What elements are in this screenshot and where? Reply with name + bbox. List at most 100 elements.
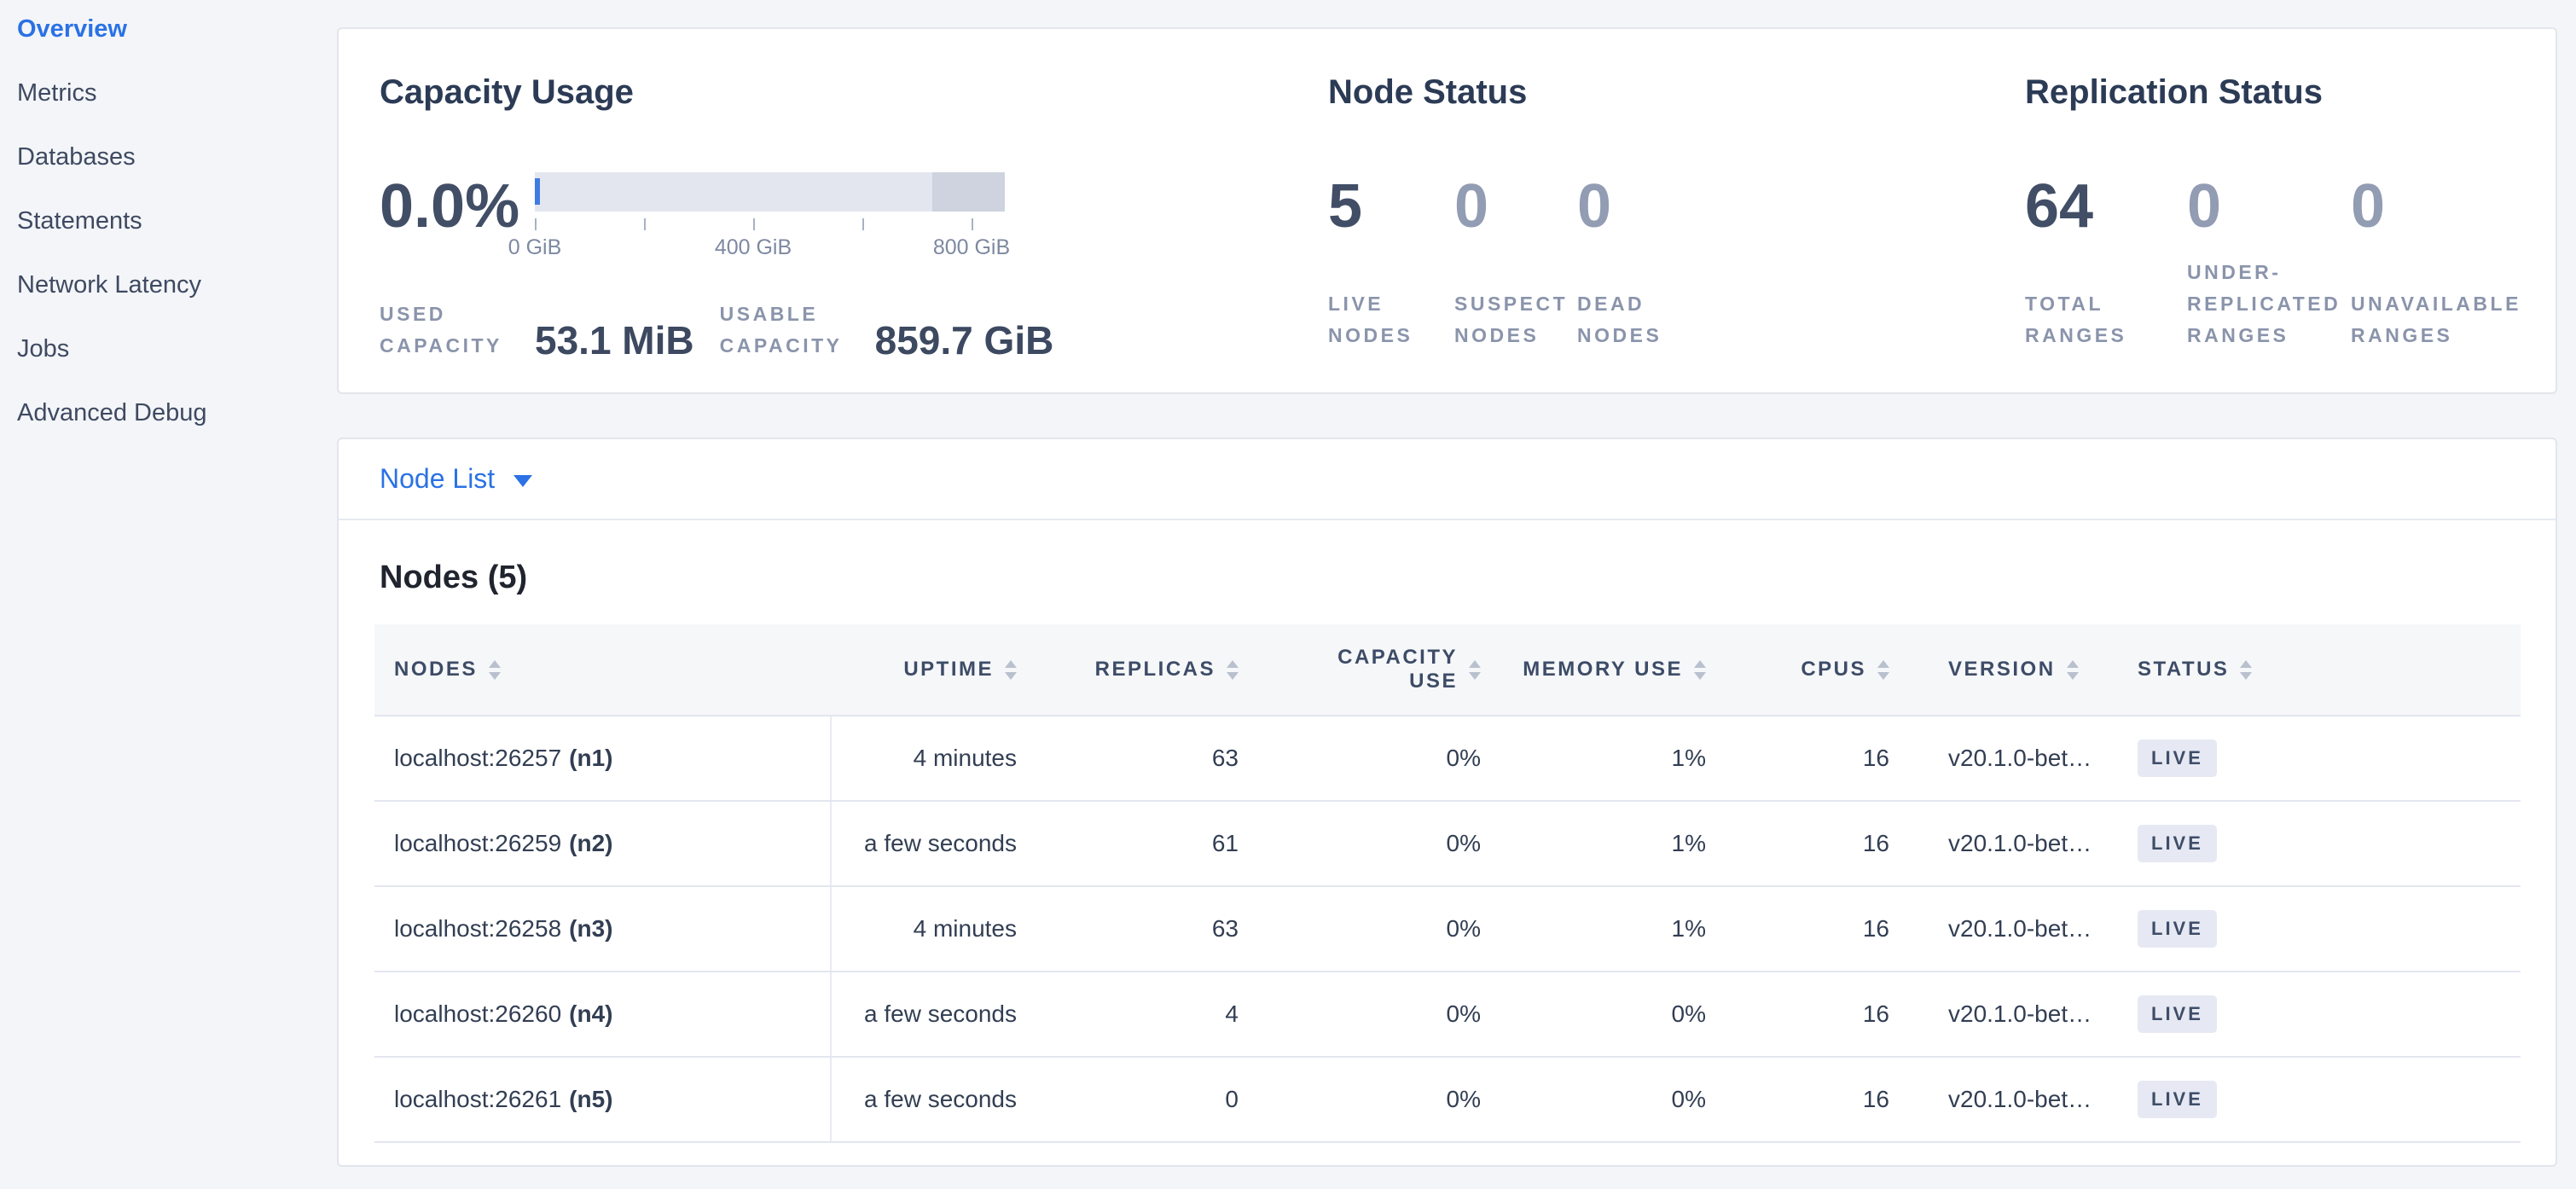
column-header-version[interactable]: VERSION [1917,624,2100,715]
sort-up-arrow-icon [1694,660,1706,668]
column-header-nodes[interactable]: NODES [374,624,832,715]
column-header-label: NODES [394,658,478,682]
cell-replicas: 0 [1044,1058,1266,1141]
node-id: (n4) [569,1000,612,1028]
used-capacity-value: 53.1 MiB [535,319,694,362]
table-row[interactable]: localhost:26258(n3)4 minutes630%1%16v20.… [374,887,2521,972]
cell-replicas: 4 [1044,972,1266,1056]
capacity-gauge-chart: 0 GiB400 GiB800 GiB [535,172,1005,261]
axis-tick [862,218,864,230]
sort-icon [1877,660,1889,680]
cell-node: localhost:26258 (n3) [374,887,832,971]
sort-down-arrow-icon [1694,672,1706,680]
sort-icon [489,660,501,680]
replication-status-stats: 64TOTAL RANGES0UNDER-REPLICATED RANGES0U… [2025,172,2564,351]
column-header-uptime[interactable]: UPTIME [832,624,1044,715]
column-header-replicas[interactable]: REPLICAS [1044,624,1266,715]
sidebar-item-overview[interactable]: Overview [0,15,329,79]
capacity-bar-dark-segment [932,172,1005,212]
cell-node: localhost:26259(n2) [374,802,832,885]
cell-memory-use: 0% [1508,972,1733,1056]
column-header-cpus[interactable]: CPUS [1733,624,1917,715]
cell-cpus: 16 [1733,887,1917,971]
sort-down-arrow-icon [1005,672,1017,680]
node-address-link[interactable]: localhost:26258 [394,915,561,942]
column-header-label: MEMORY USE [1523,658,1683,682]
node-address-link[interactable]: localhost:26260 [394,1000,561,1028]
cell-memory-use: 0% [1508,1058,1733,1141]
column-header-capacity-use[interactable]: CAPACITY USE [1266,624,1508,715]
sidebar-item-statements[interactable]: Statements [0,207,329,271]
column-header-label: CPUS [1801,658,1866,682]
cell-node: localhost:26257(n1) [374,716,832,800]
table-row[interactable]: localhost:26261(n5)a few seconds00%0%16v… [374,1058,2521,1143]
column-header-memory-use[interactable]: MEMORY USE [1508,624,1733,715]
table-row[interactable]: localhost:26260(n4)a few seconds40%0%16v… [374,972,2521,1058]
sidebar-item-jobs[interactable]: Jobs [0,335,329,399]
sidebar: OverviewMetricsDatabasesStatementsNetwor… [0,0,329,1189]
node-id: (n3) [569,915,612,942]
cell-version: v20.1.0-bet… [1917,887,2100,971]
node-status-stat: 0DEAD NODES [1577,172,1731,351]
table-row[interactable]: localhost:26259(n2)a few seconds610%1%16… [374,802,2521,887]
sidebar-item-advanced-debug[interactable]: Advanced Debug [0,399,329,463]
cell-cpus: 16 [1733,802,1917,885]
cell-uptime: 4 minutes [832,887,1044,971]
node-address-link[interactable]: localhost:26261 [394,1086,561,1113]
sort-icon [1469,660,1481,680]
capacity-usage-section: Capacity Usage 0.0% 0 GiB400 GiB800 GiB … [380,29,1028,392]
usable-capacity-label: USABLE CAPACITY [720,299,863,362]
capacity-used-marker [535,178,540,205]
cell-uptime: a few seconds [832,802,1044,885]
replication-status-section: Replication Status 64TOTAL RANGES0UNDER-… [2025,29,2571,392]
replication-status-title: Replication Status [2025,72,2323,113]
status-badge: LIVE [2138,1081,2217,1118]
cell-replicas: 63 [1044,887,1266,971]
sort-icon [1227,660,1239,680]
node-list-dropdown[interactable]: Node List [339,439,2556,520]
replication-stat: 64TOTAL RANGES [2025,172,2187,351]
sort-down-arrow-icon [1469,672,1481,680]
column-header-status[interactable]: STATUS [2100,624,2521,715]
node-address-link[interactable]: localhost:26259 [394,830,561,857]
node-status-title: Node Status [1328,72,1527,113]
axis-tick [753,218,755,230]
node-status-stat-value: 0 [1454,172,1577,241]
sort-down-arrow-icon [1877,672,1889,680]
capacity-bar-track [535,172,1005,212]
column-header-label: VERSION [1948,658,2056,682]
replication-stat-label: UNDER-REPLICATED RANGES [2187,257,2341,351]
node-status-stat-label: DEAD NODES [1577,288,1731,351]
node-status-section: Node Status 5LIVE NODES0SUSPECT NODES0DE… [1328,29,1806,392]
sort-down-arrow-icon [489,672,501,680]
node-status-stat-label: SUSPECT NODES [1454,288,1577,351]
cluster-summary-card: Capacity Usage 0.0% 0 GiB400 GiB800 GiB … [337,27,2557,394]
node-status-stat-label: LIVE NODES [1328,288,1454,351]
sidebar-item-metrics[interactable]: Metrics [0,79,329,143]
axis-tick [535,218,537,230]
cell-version: v20.1.0-bet… [1917,1058,2100,1141]
axis-tick-label: 400 GiB [715,235,792,260]
cell-capacity-use: 0% [1266,802,1508,885]
replication-stat-value: 0 [2187,172,2351,241]
node-address-link[interactable]: localhost:26257 [394,745,561,772]
cell-version: v20.1.0-bet… [1917,716,2100,800]
sort-down-arrow-icon [1227,672,1239,680]
table-row[interactable]: localhost:26257(n1)4 minutes630%1%16v20.… [374,716,2521,802]
cell-memory-use: 1% [1508,887,1733,971]
node-status-stats: 5LIVE NODES0SUSPECT NODES0DEAD NODES [1328,172,1731,351]
usable-capacity-value: 859.7 GiB [875,319,1054,362]
column-header-label: CAPACITY USE [1328,646,1458,693]
sidebar-item-network-latency[interactable]: Network Latency [0,271,329,335]
column-header-label: REPLICAS [1095,658,1215,682]
capacity-used-percent: 0.0% [380,172,519,241]
cell-uptime: 4 minutes [832,716,1044,800]
status-badge: LIVE [2138,910,2217,948]
axis-tick-label: 800 GiB [933,235,1010,260]
node-list-card: Node List Nodes (5) NODESUPTIMEREPLICASC… [337,438,2557,1167]
sidebar-item-databases[interactable]: Databases [0,143,329,207]
sort-up-arrow-icon [1227,660,1239,668]
cell-memory-use: 1% [1508,802,1733,885]
replication-stat-value: 0 [2351,172,2564,241]
cell-replicas: 61 [1044,802,1266,885]
